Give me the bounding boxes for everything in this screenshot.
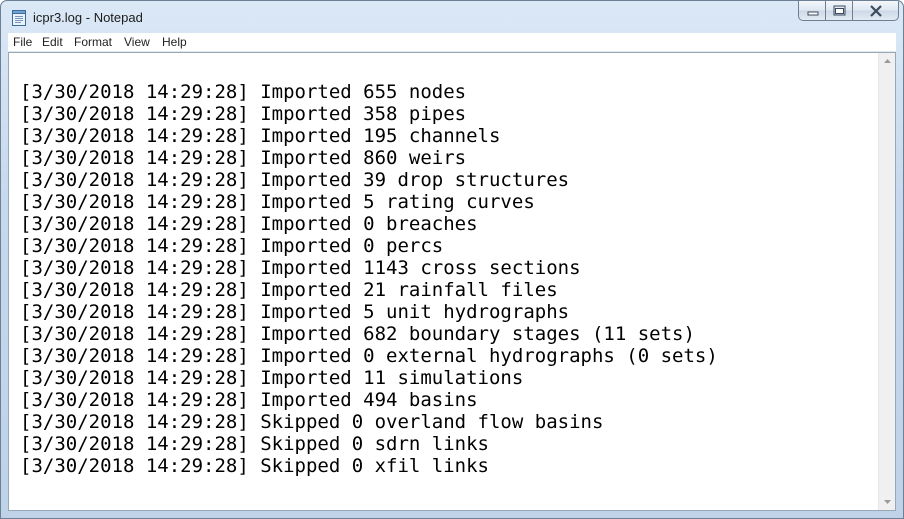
log-line: [3/30/2018 14:29:28] Imported 21 rainfal… bbox=[20, 279, 558, 301]
log-line: [3/30/2018 14:29:28] Imported 0 external… bbox=[20, 345, 718, 367]
log-line: [3/30/2018 14:29:28] Imported 494 basins bbox=[20, 389, 478, 411]
log-text-area[interactable]: [3/30/2018 14:29:28] Imported 655 nodes … bbox=[20, 83, 875, 508]
menu-format[interactable]: Format bbox=[74, 35, 112, 49]
minimize-icon bbox=[807, 11, 819, 16]
log-line: [3/30/2018 14:29:28] Imported 0 breaches bbox=[20, 213, 478, 235]
log-line: [3/30/2018 14:29:28] Imported 5 unit hyd… bbox=[20, 301, 570, 323]
log-line: [3/30/2018 14:29:28] Imported 5 rating c… bbox=[20, 191, 535, 213]
log-line: [3/30/2018 14:29:28] Imported 655 nodes bbox=[20, 83, 467, 103]
log-line: [3/30/2018 14:29:28] Imported 1143 cross… bbox=[20, 257, 581, 279]
log-line: [3/30/2018 14:29:28] Imported 39 drop st… bbox=[20, 169, 570, 191]
log-line: [3/30/2018 14:29:28] Imported 0 percs bbox=[20, 235, 444, 257]
scroll-down-button[interactable] bbox=[879, 493, 896, 510]
maximize-button[interactable] bbox=[826, 1, 853, 21]
notepad-window: icpr3.log - Notepad File Edit Format Vie… bbox=[0, 0, 904, 519]
menu-view[interactable]: View bbox=[124, 35, 150, 49]
log-line: [3/30/2018 14:29:28] Imported 195 channe… bbox=[20, 125, 501, 147]
scroll-down-arrow-icon bbox=[884, 500, 891, 504]
close-button[interactable] bbox=[853, 1, 899, 21]
maximize-icon bbox=[833, 5, 846, 16]
menu-help[interactable]: Help bbox=[162, 35, 187, 49]
scroll-up-arrow-icon bbox=[884, 59, 891, 63]
log-line: [3/30/2018 14:29:28] Imported 11 simulat… bbox=[20, 367, 524, 389]
log-line: [3/30/2018 14:29:28] Imported 682 bounda… bbox=[20, 323, 695, 345]
menu-bar: File Edit Format View Help bbox=[8, 33, 896, 52]
log-line: [3/30/2018 14:29:28] Skipped 0 overland … bbox=[20, 411, 604, 433]
close-icon bbox=[870, 5, 882, 17]
scroll-up-button[interactable] bbox=[879, 53, 896, 70]
log-line: [3/30/2018 14:29:28] Skipped 0 sdrn link… bbox=[20, 433, 489, 455]
title-bar[interactable]: icpr3.log - Notepad bbox=[1, 1, 903, 33]
menu-edit[interactable]: Edit bbox=[42, 35, 63, 49]
text-editor[interactable]: [3/30/2018 14:29:28] Imported 655 nodes … bbox=[8, 52, 896, 511]
window-title: icpr3.log - Notepad bbox=[33, 10, 143, 25]
menu-file[interactable]: File bbox=[13, 35, 32, 49]
log-line: [3/30/2018 14:29:28] Imported 358 pipes bbox=[20, 103, 467, 125]
vertical-scrollbar[interactable] bbox=[878, 53, 895, 510]
caption-buttons bbox=[798, 1, 899, 22]
notepad-icon[interactable] bbox=[12, 10, 26, 26]
log-line: [3/30/2018 14:29:28] Imported 860 weirs bbox=[20, 147, 467, 169]
minimize-button[interactable] bbox=[798, 1, 826, 21]
log-line: [3/30/2018 14:29:28] Skipped 0 xfil link… bbox=[20, 455, 489, 477]
